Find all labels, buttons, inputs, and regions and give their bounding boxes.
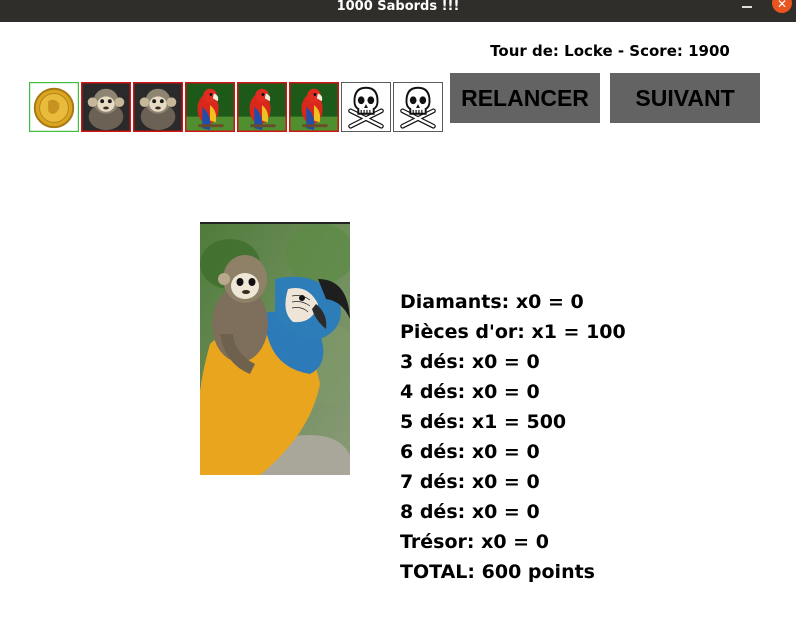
die-parrot[interactable] (237, 82, 287, 132)
score-5-dice: 5 dés: x1 = 500 (400, 411, 567, 433)
die-monkey[interactable] (81, 82, 131, 132)
title-bar: 1000 Sabords !!! ✕ (0, 0, 796, 22)
card-image-monkey-parrot (200, 222, 350, 475)
dice-row (29, 82, 445, 134)
die-parrot[interactable] (185, 82, 235, 132)
next-button[interactable]: SUIVANT (610, 73, 760, 123)
score-diamonds: Diamants: x0 = 0 (400, 291, 584, 313)
window-title: 1000 Sabords !!! (336, 0, 460, 14)
reroll-button[interactable]: RELANCER (450, 73, 600, 123)
score-8-dice: 8 dés: x0 = 0 (400, 501, 540, 523)
die-monkey[interactable] (133, 82, 183, 132)
score-6-dice: 6 dés: x0 = 0 (400, 441, 540, 463)
score-4-dice: 4 dés: x0 = 0 (400, 381, 540, 403)
score-treasure: Trésor: x0 = 0 (400, 531, 549, 553)
score-3-dice: 3 dés: x0 = 0 (400, 351, 540, 373)
score-breakdown: Diamants: x0 = 0 Pièces d'or: x1 = 100 3… (400, 287, 720, 587)
score-total: TOTAL: 600 points (400, 561, 595, 583)
score-7-dice: 7 dés: x0 = 0 (400, 471, 540, 493)
die-parrot[interactable] (289, 82, 339, 132)
die-skull[interactable] (393, 82, 443, 132)
score-gold-coins: Pièces d'or: x1 = 100 (400, 321, 626, 343)
turn-info: Tour de: Locke - Score: 1900 (490, 42, 730, 60)
minimize-icon[interactable] (742, 6, 752, 8)
die-skull[interactable] (341, 82, 391, 132)
die-coin[interactable] (29, 82, 79, 132)
